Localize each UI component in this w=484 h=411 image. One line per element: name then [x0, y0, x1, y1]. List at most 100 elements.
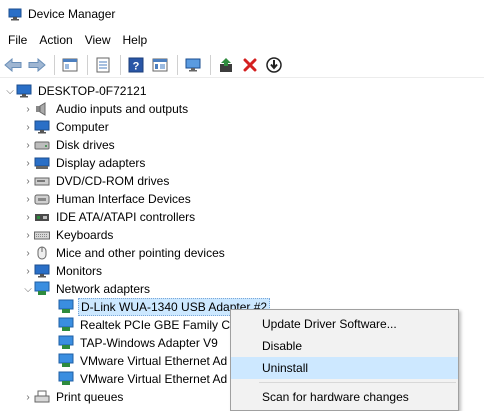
update-driver-menu-item[interactable]: Update Driver Software...: [231, 313, 458, 335]
category-label: Disk drives: [56, 138, 115, 152]
category-label: Display adapters: [56, 156, 146, 170]
network-adapter-icon: [58, 371, 74, 387]
category-label: DVD/CD-ROM drives: [56, 174, 170, 188]
ide-controller-icon: [34, 209, 50, 225]
category-label: Monitors: [56, 264, 103, 278]
device-label: Realtek PCIe GBE Family Co: [80, 318, 237, 332]
properties-button[interactable]: [92, 54, 114, 76]
uninstall-menu-item[interactable]: Uninstall: [231, 357, 458, 379]
view-icon: [152, 58, 168, 71]
network-adapter-icon: [58, 299, 74, 315]
toolbar-separator: [87, 54, 88, 75]
device-label: VMware Virtual Ethernet Ad: [80, 354, 228, 368]
menu-view[interactable]: View: [79, 30, 117, 50]
expand-arrow-icon[interactable]: ›: [22, 388, 34, 406]
expand-arrow-icon[interactable]: ›: [22, 154, 34, 172]
uninstall-icon: [243, 58, 257, 71]
network-adapter-icon: [58, 317, 74, 333]
network-adapter-icon: [58, 335, 74, 351]
help-icon: ?: [128, 57, 144, 72]
tree-root[interactable]: ⌵ DESKTOP-0F72121: [4, 82, 149, 100]
disable-menu-item[interactable]: Disable: [231, 335, 458, 357]
back-button[interactable]: [2, 54, 24, 76]
view-button[interactable]: [149, 54, 171, 76]
scan-hardware-menu-item[interactable]: Scan for hardware changes: [231, 386, 458, 408]
menu-action[interactable]: Action: [33, 30, 78, 50]
expand-arrow-icon[interactable]: ›: [22, 100, 34, 118]
display-adapter-icon: [34, 155, 50, 171]
expand-arrow-icon[interactable]: ›: [22, 208, 34, 226]
category-label: Print queues: [56, 390, 124, 404]
category-label: IDE ATA/ATAPI controllers: [56, 210, 196, 224]
category-label: Keyboards: [56, 228, 114, 242]
device-label: TAP-Windows Adapter V9: [80, 336, 218, 350]
svg-text:?: ?: [133, 60, 140, 72]
tree-category-print-queues[interactable]: › Print queues: [22, 388, 125, 406]
tree-category-ide[interactable]: › IDE ATA/ATAPI controllers: [22, 208, 197, 226]
tree-category-mice[interactable]: › Mice and other pointing devices: [22, 244, 227, 262]
network-adapter-icon: [34, 281, 50, 297]
scan-hardware-icon: [185, 58, 201, 71]
device-manager-icon: [8, 7, 22, 21]
mouse-icon: [34, 245, 50, 261]
disk-drive-icon: [34, 137, 50, 153]
help-button[interactable]: ?: [125, 54, 147, 76]
menu-help[interactable]: Help: [117, 30, 154, 50]
tree-category-dvd[interactable]: › DVD/CD-ROM drives: [22, 172, 171, 190]
disable-device-button[interactable]: [263, 54, 285, 76]
category-label: Computer: [56, 120, 109, 134]
properties-icon: [96, 57, 110, 72]
expand-arrow-icon[interactable]: ›: [22, 244, 34, 262]
menu-bar: File Action View Help: [0, 30, 153, 50]
tree-category-disk-drives[interactable]: › Disk drives: [22, 136, 117, 154]
tree-root-label: DESKTOP-0F72121: [38, 84, 147, 98]
computer-icon: [16, 83, 32, 99]
title-bar: Device Manager: [0, 0, 484, 28]
back-icon: [4, 57, 22, 72]
tree-category-audio[interactable]: › Audio inputs and outputs: [22, 100, 190, 118]
speaker-icon: [34, 101, 50, 117]
update-driver-button[interactable]: [215, 54, 237, 76]
scan-hardware-button[interactable]: [182, 54, 204, 76]
toolbar-separator: [177, 54, 178, 75]
hid-icon: [34, 191, 50, 207]
category-label: Network adapters: [56, 282, 151, 296]
tree-device-vmware-2[interactable]: VMware Virtual Ethernet Ad: [58, 370, 229, 388]
forward-icon: [28, 57, 46, 72]
device-label: VMware Virtual Ethernet Ad: [80, 372, 228, 386]
toolbar-separator: [54, 54, 55, 75]
tree-category-monitors[interactable]: › Monitors: [22, 262, 104, 280]
tree-device-vmware-1[interactable]: VMware Virtual Ethernet Ad: [58, 352, 229, 370]
menu-separator: [259, 382, 456, 383]
expand-arrow-icon[interactable]: ›: [22, 118, 34, 136]
uninstall-button[interactable]: [239, 54, 261, 76]
tree-category-computer[interactable]: › Computer: [22, 118, 111, 136]
toolbar-separator: [120, 54, 121, 75]
printer-icon: [34, 389, 50, 405]
expand-arrow-icon[interactable]: ›: [22, 226, 34, 244]
toolbar: ?: [0, 52, 484, 78]
computer-icon: [34, 119, 50, 135]
monitor-icon: [34, 263, 50, 279]
tree-category-display-adapters[interactable]: › Display adapters: [22, 154, 147, 172]
update-driver-icon: [220, 57, 232, 72]
expand-arrow-icon[interactable]: ›: [22, 136, 34, 154]
show-hide-console-tree-button[interactable]: [59, 54, 81, 76]
collapse-arrow-icon[interactable]: ⌵: [22, 280, 34, 298]
forward-button[interactable]: [26, 54, 48, 76]
show-hide-console-tree-icon: [62, 58, 78, 71]
collapse-arrow-icon[interactable]: ⌵: [4, 82, 16, 100]
tree-category-network-adapters[interactable]: ⌵ Network adapters: [22, 280, 152, 298]
window-title: Device Manager: [28, 7, 116, 21]
menu-file[interactable]: File: [2, 30, 33, 50]
tree-category-keyboards[interactable]: › Keyboards: [22, 226, 115, 244]
tree-category-hid[interactable]: › Human Interface Devices: [22, 190, 193, 208]
keyboard-icon: [34, 227, 50, 243]
category-label: Human Interface Devices: [56, 192, 191, 206]
expand-arrow-icon[interactable]: ›: [22, 190, 34, 208]
tree-device-realtek[interactable]: Realtek PCIe GBE Family Co: [58, 316, 239, 334]
context-menu: Update Driver Software... Disable Uninst…: [230, 309, 459, 411]
expand-arrow-icon[interactable]: ›: [22, 262, 34, 280]
tree-device-tap[interactable]: TAP-Windows Adapter V9: [58, 334, 220, 352]
expand-arrow-icon[interactable]: ›: [22, 172, 34, 190]
